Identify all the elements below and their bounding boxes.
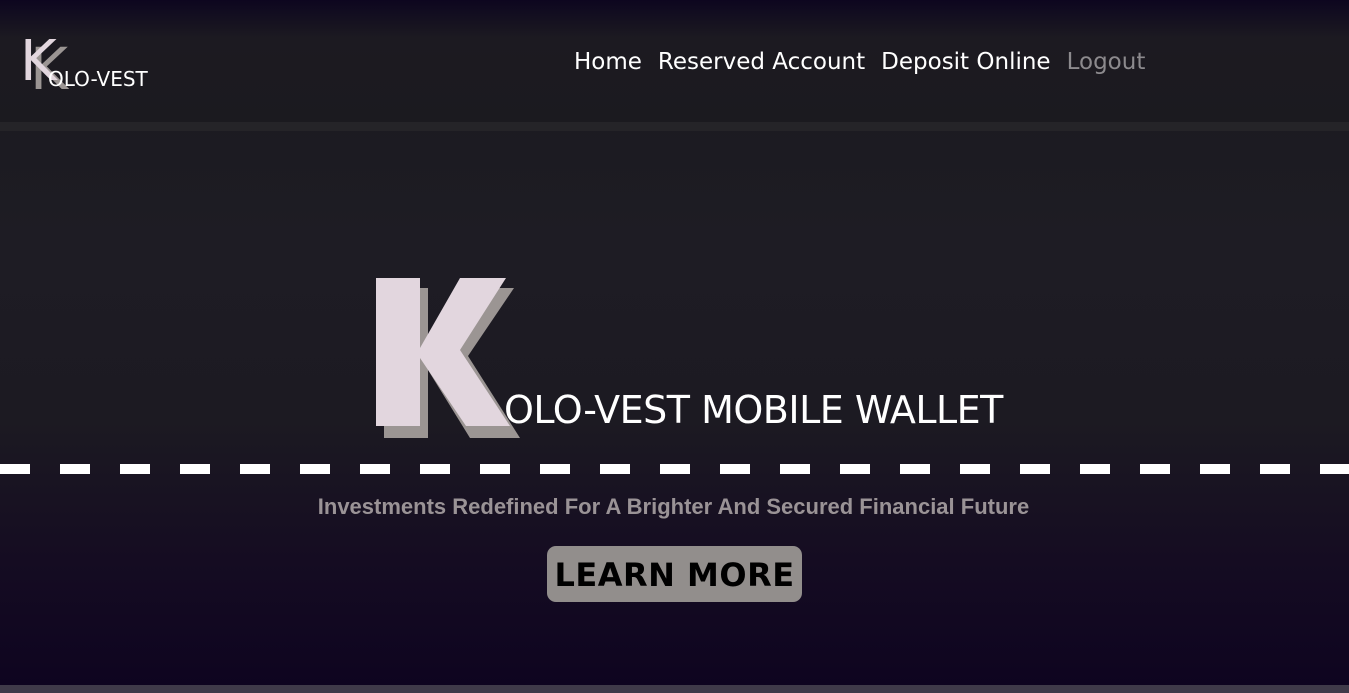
brand-name: OLO-VEST xyxy=(48,67,148,91)
hero-title: OLO-VEST MOBILE WALLET xyxy=(504,388,1003,432)
hero-tagline-text: Investments Redefined For A Brighter And… xyxy=(317,494,1030,519)
nav-home-link[interactable]: Home xyxy=(566,44,650,80)
next-section-edge xyxy=(0,685,1349,693)
navbar-divider xyxy=(0,122,1349,131)
nav-menu: Home Reserved Account Deposit Online Log… xyxy=(566,44,1153,80)
navbar: K K OLO-VEST Home Reserved Account Depos… xyxy=(0,0,1349,122)
learn-more-button[interactable]: LEARN MORE xyxy=(547,546,802,602)
nav-deposit-online-link[interactable]: Deposit Online xyxy=(873,44,1058,80)
hero-logo-k xyxy=(376,278,510,426)
dashed-divider xyxy=(0,464,1349,474)
brand-logo[interactable]: K K OLO-VEST xyxy=(20,34,180,102)
nav-reserved-account-link[interactable]: Reserved Account xyxy=(650,44,873,80)
hero-tagline: Investments Redefined For A Brighter And… xyxy=(0,492,1349,522)
nav-logout-link[interactable]: Logout xyxy=(1059,44,1154,80)
